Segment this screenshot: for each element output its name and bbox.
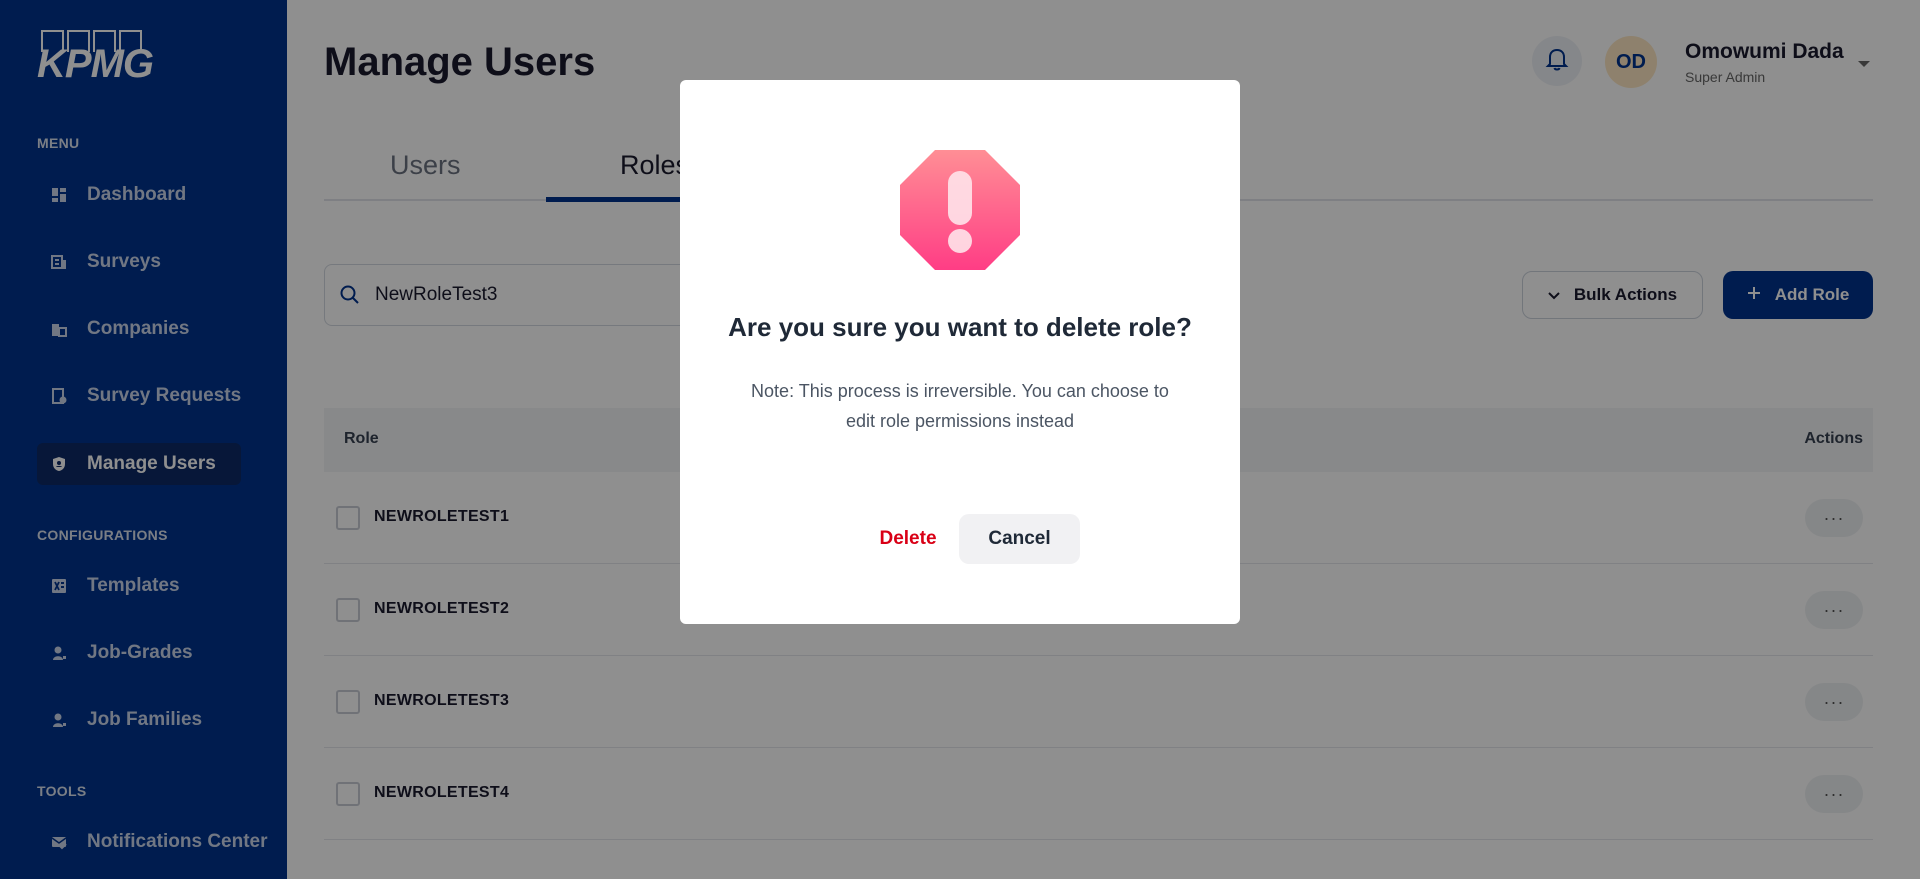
dialog-title: Are you sure you want to delete role? (728, 312, 1192, 342)
warning-octagon-icon (899, 149, 1021, 271)
delete-button[interactable]: Delete (859, 514, 957, 564)
cancel-button[interactable]: Cancel (959, 514, 1080, 564)
dialog-note: Note: This process is irreversible. You … (751, 381, 1169, 431)
delete-role-dialog: Are you sure you want to delete role? No… (680, 80, 1240, 624)
